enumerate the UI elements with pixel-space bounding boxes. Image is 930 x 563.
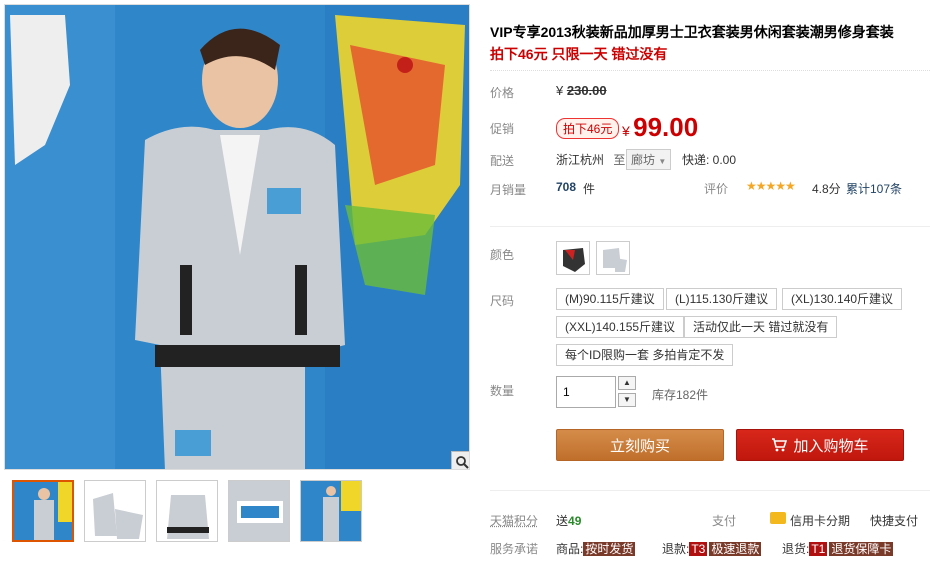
product-photo xyxy=(5,5,469,469)
thumbnail-2[interactable] xyxy=(84,480,146,542)
main-product-image[interactable] xyxy=(4,4,470,470)
add-to-cart-label: 加入购物车 xyxy=(793,437,869,455)
shipping-fee: 快递: 0.00 xyxy=(682,153,737,167)
review-count-link[interactable]: 累计107条 xyxy=(846,180,902,197)
current-price: ¥ 99.00 xyxy=(622,112,698,143)
quantity-decrease-button[interactable]: ▼ xyxy=(618,393,636,407)
points-prefix: 送 xyxy=(556,514,569,528)
thumbnail-1[interactable] xyxy=(12,480,74,542)
payment-label: 支付 xyxy=(712,514,737,528)
ship-to-word: 至 xyxy=(613,153,626,167)
service-refund-tag: 极速退款 xyxy=(709,542,762,556)
color-label: 颜色 xyxy=(490,248,515,262)
ship-from-city: 浙江杭州 xyxy=(556,153,605,167)
size-option-limit[interactable]: 每个ID限购一套 多拍肯定不发 xyxy=(556,344,734,366)
currency-symbol: ¥ xyxy=(556,83,564,98)
promo-label: 促销 xyxy=(490,122,515,136)
sales-count: 708 xyxy=(556,180,577,194)
service-refund-code: T3 xyxy=(689,542,708,556)
buy-now-label: 立刻购买 xyxy=(609,437,670,455)
color-option-red[interactable] xyxy=(556,241,590,275)
price-label: 价格 xyxy=(490,86,515,100)
chevron-down-icon: ▼ xyxy=(658,157,667,166)
thumbnail-3[interactable] xyxy=(156,480,218,542)
original-price-value: 230.00 xyxy=(566,83,607,98)
service-return-code: T1 xyxy=(809,542,828,556)
size-option-xl[interactable]: (XL)130.140斤建议 xyxy=(782,288,903,310)
add-to-cart-button[interactable]: 加入购物车 xyxy=(736,429,904,461)
size-option-m[interactable]: (M)90.115斤建议 xyxy=(556,288,664,310)
original-price: ¥ 230.00 xyxy=(556,83,607,98)
zoom-button[interactable] xyxy=(451,451,469,469)
promo-subtitle: 拍下46元 只限一天 错过没有 xyxy=(490,46,668,62)
size-option-l[interactable]: (L)115.130斤建议 xyxy=(666,288,778,310)
rating-label: 评价 xyxy=(704,182,729,196)
buy-now-button[interactable]: 立刻购买 xyxy=(556,429,724,461)
thumbnail-5[interactable] xyxy=(300,480,362,542)
stock-count: 库存182件 xyxy=(652,388,709,402)
ship-to-city: 廊坊 xyxy=(631,153,656,167)
rating-stars: ★★★★★ xyxy=(746,179,796,193)
points-value: 49 xyxy=(568,514,582,528)
size-option-xxl[interactable]: (XXL)140.155斤建议 xyxy=(556,316,685,338)
cart-icon xyxy=(772,438,788,452)
service-shipping[interactable]: 商品: 按时发货 xyxy=(556,540,636,557)
service-return[interactable]: 退货: T1 退货保障卡 xyxy=(782,540,894,557)
quantity-increase-button[interactable]: ▲ xyxy=(618,376,636,390)
currency-symbol: ¥ xyxy=(622,123,630,139)
shipping-label: 配送 xyxy=(490,154,515,168)
product-title: VIP专享2013秋装新品加厚男士卫衣套装男休闲套装潮男修身套装 xyxy=(490,24,894,40)
color-option-gray[interactable] xyxy=(596,241,630,275)
credit-card-icon xyxy=(770,512,786,524)
divider xyxy=(490,226,930,227)
quantity-label: 数量 xyxy=(490,384,515,398)
service-return-tag: 退货保障卡 xyxy=(829,542,894,556)
sales-label: 月销量 xyxy=(490,183,527,197)
divider xyxy=(490,70,930,71)
tmall-points: 送49 xyxy=(556,512,581,529)
thumbnail-strip xyxy=(12,480,362,542)
rating-score: 4.8分 xyxy=(812,182,841,196)
ship-from: 浙江杭州 至 xyxy=(556,151,625,168)
service-refund-label: 退款: xyxy=(662,542,690,556)
thumbnail-4[interactable] xyxy=(228,480,290,542)
service-shipping-label: 商品: xyxy=(556,542,584,556)
ship-to-select[interactable]: 廊坊 ▼ xyxy=(626,149,672,170)
promo-badge: 拍下46元 xyxy=(556,118,620,139)
service-shipping-tag: 按时发货 xyxy=(583,542,636,556)
service-label: 服务承诺 xyxy=(490,542,539,556)
service-refund[interactable]: 退款: T3 极速退款 xyxy=(662,540,762,557)
current-price-value: 99.00 xyxy=(633,112,699,142)
quantity-input[interactable] xyxy=(556,376,616,408)
credit-installment-link[interactable]: 信用卡分期 xyxy=(790,512,850,529)
tmall-points-label[interactable]: 天猫积分 xyxy=(490,512,538,529)
magnifier-icon xyxy=(456,456,469,469)
sales-unit: 件 xyxy=(583,182,596,196)
service-return-label: 退货: xyxy=(782,542,810,556)
quick-pay-link[interactable]: 快捷支付 xyxy=(870,512,918,529)
size-label: 尺码 xyxy=(490,294,515,308)
size-option-promo[interactable]: 活动仅此一天 错过就没有 xyxy=(684,316,838,338)
divider xyxy=(490,490,930,491)
